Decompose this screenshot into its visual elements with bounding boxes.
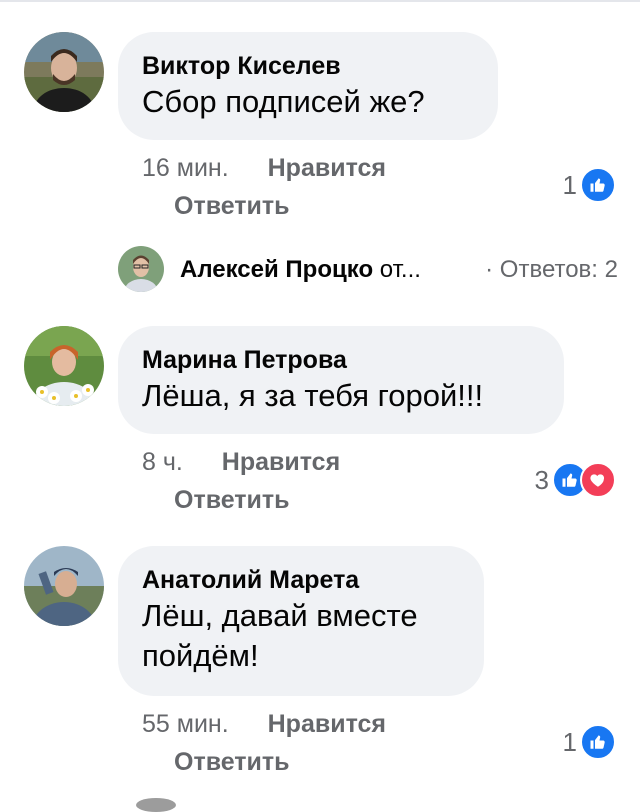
comment-text: Сбор подписей же? <box>142 84 425 119</box>
like-icon <box>580 167 616 203</box>
comment-meta: 16 мин. Нравится <box>142 152 386 184</box>
like-button[interactable]: Нравится <box>268 154 386 182</box>
reply-button[interactable]: Ответить <box>174 190 290 222</box>
reactions-summary[interactable]: 3 <box>534 462 616 498</box>
reactions-summary[interactable]: 1 <box>562 167 616 203</box>
like-icon <box>580 724 616 760</box>
reactions-summary[interactable]: 1 <box>562 724 616 760</box>
like-button[interactable]: Нравится <box>222 448 340 476</box>
comment-bubble: Марина Петрова Лёша, я за тебя горой!!! <box>118 326 564 434</box>
comment-text: Лёш, давай вместе пойдём! <box>142 598 418 673</box>
reply-avatar <box>118 246 164 292</box>
reaction-count: 3 <box>534 464 549 495</box>
reply-author: Алексей Процко <box>180 256 374 283</box>
reply-snippet: от... <box>379 256 421 283</box>
comment-time[interactable]: 8 ч. <box>142 448 183 476</box>
comment-author[interactable]: Виктор Киселев <box>142 50 472 82</box>
top-divider <box>0 0 640 2</box>
reply-count-label: Ответов: 2 <box>499 256 618 283</box>
like-button[interactable]: Нравится <box>268 710 386 738</box>
reply-button[interactable]: Ответить <box>174 484 290 516</box>
avatar[interactable] <box>24 32 104 112</box>
comment-author[interactable]: Анатолий Марета <box>142 564 458 596</box>
reply-preview-text: Алексей Процко от... <box>180 254 421 286</box>
next-avatar-partial <box>136 798 176 812</box>
comment-time[interactable]: 55 мин. <box>142 710 229 738</box>
separator-dot: · <box>485 256 494 283</box>
comment-meta: 8 ч. Нравится <box>142 446 340 478</box>
comment-bubble: Анатолий Марета Лёш, давай вместе пойдём… <box>118 546 484 696</box>
avatar[interactable] <box>24 326 104 406</box>
heart-icon <box>580 462 616 498</box>
reply-button[interactable]: Ответить <box>174 746 290 778</box>
reaction-count: 1 <box>562 169 577 200</box>
avatar[interactable] <box>24 546 104 626</box>
replies-preview[interactable]: Алексей Процко от... · Ответов: 2 <box>118 240 618 300</box>
comment-text: Лёша, я за тебя горой!!! <box>142 378 484 413</box>
comment-meta: 55 мин. Нравится <box>142 708 386 740</box>
reaction-count: 1 <box>562 726 577 757</box>
reply-count[interactable]: · Ответов: 2 <box>485 254 618 286</box>
comment-bubble: Виктор Киселев Сбор подписей же? <box>118 32 498 140</box>
comment-author[interactable]: Марина Петрова <box>142 344 538 376</box>
comment-time[interactable]: 16 мин. <box>142 154 229 182</box>
